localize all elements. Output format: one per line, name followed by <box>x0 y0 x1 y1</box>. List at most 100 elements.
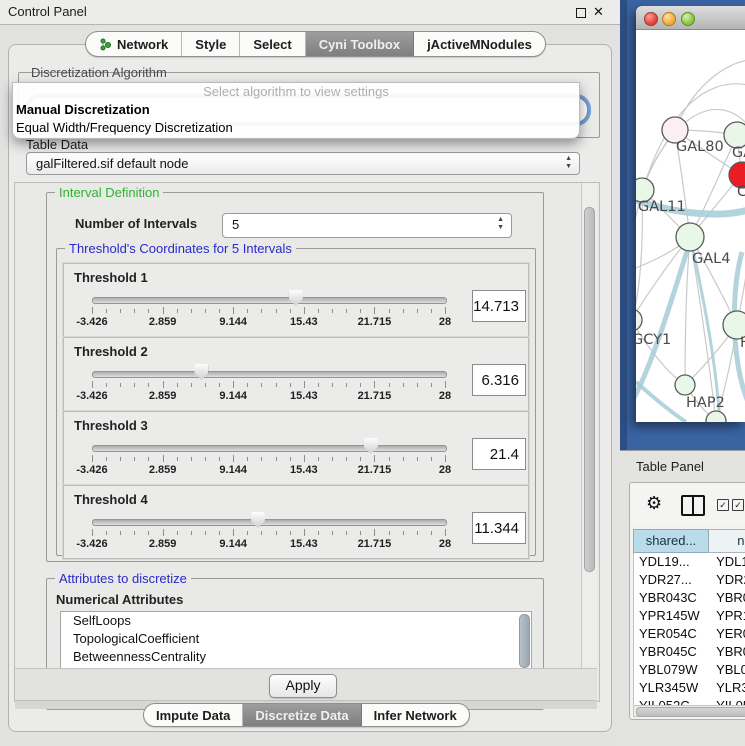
dropdown-item-equal-width-frequency[interactable]: Equal Width/Frequency Discretization <box>13 119 582 137</box>
tick-label: 2.859 <box>149 390 177 402</box>
group-title-attributes: Attributes to discretize <box>55 571 191 586</box>
slider-track[interactable] <box>92 371 447 378</box>
table-toolbar: ⚙ ✓ ✓ <box>630 483 745 525</box>
table-data-combobox[interactable]: galFiltered.sif default node ▲▼ <box>26 152 580 175</box>
numerical-attributes-list[interactable]: SelfLoopsTopologicalCoefficientBetweenne… <box>60 611 532 670</box>
gear-icon[interactable]: ⚙ <box>646 492 662 514</box>
numerical-attributes-label: Numerical Attributes <box>56 592 183 607</box>
minimize-traffic-light-icon[interactable] <box>662 12 676 26</box>
tab-bar: NetworkStyleSelectCyni ToolboxjActiveMNo… <box>85 31 546 57</box>
tick-label: 28 <box>439 316 451 328</box>
tick-label: 9.144 <box>219 538 247 550</box>
table-row[interactable]: YBR045CYBR045C <box>634 643 745 661</box>
tick-mark <box>360 531 361 535</box>
column-header-name[interactable]: name <box>709 529 745 553</box>
network-window-titlebar[interactable] <box>636 6 745 30</box>
network-edge[interactable] <box>675 60 745 130</box>
tick-mark <box>403 309 404 313</box>
tick-label: -3.426 <box>76 464 107 476</box>
cell-name: YDR27... <box>709 571 745 589</box>
tick-mark <box>403 457 404 461</box>
tick-mark <box>177 309 178 313</box>
tick-mark <box>360 383 361 387</box>
tick-mark <box>417 383 418 387</box>
table-row[interactable]: YLR345WYLR345W <box>634 679 745 697</box>
tick-mark <box>205 309 206 313</box>
cell-shared-name: YLR345W <box>634 679 709 697</box>
tab-jactivemnodules[interactable]: jActiveMNodules <box>414 32 545 56</box>
network-icon <box>99 38 112 51</box>
threshold-row: Threshold 3-3.4262.8599.14415.4321.71528… <box>63 411 529 485</box>
column-layout-icon[interactable] <box>681 495 705 516</box>
column-header-shared-name[interactable]: shared... <box>633 529 709 553</box>
cell-name: YDL19... <box>709 553 745 571</box>
threshold-value-field[interactable]: 11.344 <box>472 512 526 544</box>
network-edge[interactable] <box>636 237 690 320</box>
tick-mark <box>389 531 390 535</box>
tick-mark <box>148 383 149 387</box>
float-window-icon[interactable] <box>576 8 586 18</box>
dropdown-hint: Select algorithm to view settings <box>13 83 579 101</box>
slider-track[interactable] <box>92 519 447 526</box>
dropdown-item-manual-discretization[interactable]: Manual Discretization <box>13 101 582 119</box>
table-row[interactable]: YER054CYER054C <box>634 625 745 643</box>
tick-mark <box>219 531 220 535</box>
tick-mark <box>120 457 121 461</box>
threshold-label: Threshold 2 <box>74 344 148 359</box>
checkbox-icon[interactable]: ✓ <box>717 499 729 511</box>
close-icon[interactable]: ✕ <box>593 3 604 21</box>
number-of-intervals-combobox[interactable]: 5 ▲▼ <box>222 213 512 238</box>
close-traffic-light-icon[interactable] <box>644 12 658 26</box>
tick-mark <box>247 383 248 387</box>
tick-mark <box>106 531 107 535</box>
checkbox-icon[interactable]: ✓ <box>732 499 744 511</box>
table-row[interactable]: YBL079WYBL079W <box>634 661 745 679</box>
tick-label: 28 <box>439 390 451 402</box>
attribute-item[interactable]: BetweennessCentrality <box>61 648 531 666</box>
table-row[interactable]: YPR145WYPR145W <box>634 607 745 625</box>
panel-vertical-scrollbar[interactable] <box>581 183 597 699</box>
threshold-value-field[interactable]: 21.4 <box>472 438 526 470</box>
tick-mark <box>318 457 319 461</box>
tick-mark <box>304 307 305 314</box>
slider-track[interactable] <box>92 445 447 452</box>
slider-track[interactable] <box>92 297 447 304</box>
tick-label: 9.144 <box>219 390 247 402</box>
attribute-item[interactable]: SelfLoops <box>61 612 531 630</box>
scrollbar-thumb[interactable] <box>584 207 595 572</box>
bottom-tab-discretize-data[interactable]: Discretize Data <box>243 704 361 726</box>
network-canvas[interactable]: GAL80GACGAL11GAL4GCY1HHAP2 <box>636 30 745 422</box>
table-row[interactable]: YBR043CYBR043C <box>634 589 745 607</box>
bottom-tab-impute-data[interactable]: Impute Data <box>144 704 243 726</box>
network-node[interactable] <box>706 411 726 422</box>
network-node-gal4[interactable] <box>676 223 704 251</box>
tick-mark <box>106 309 107 313</box>
bottom-tab-infer-network[interactable]: Infer Network <box>362 704 469 726</box>
threshold-label: Threshold 3 <box>74 418 148 433</box>
cell-shared-name: YBR043C <box>634 589 709 607</box>
attribute-item[interactable]: TopologicalCoefficient <box>61 630 531 648</box>
scrollbar-thumb[interactable] <box>636 707 745 717</box>
threshold-value-field[interactable]: 14.713 <box>472 290 526 322</box>
tick-mark <box>191 383 192 387</box>
tick-mark <box>318 531 319 535</box>
table-horizontal-scrollbar[interactable] <box>633 705 745 717</box>
tab-style[interactable]: Style <box>182 32 240 56</box>
tick-mark <box>106 383 107 387</box>
network-node-hap2[interactable] <box>675 375 695 395</box>
tab-network[interactable]: Network <box>86 32 182 56</box>
network-node-gcy1[interactable] <box>636 309 642 331</box>
apply-button[interactable]: Apply <box>269 674 337 698</box>
tab-select[interactable]: Select <box>240 32 305 56</box>
table-row[interactable]: YDR27...YDR27... <box>634 571 745 589</box>
table-row[interactable]: YDL19...YDL19... <box>634 553 745 571</box>
zoom-traffic-light-icon[interactable] <box>681 12 695 26</box>
tick-mark <box>219 457 220 461</box>
table-panel-title: Table Panel <box>636 459 704 474</box>
tick-mark <box>92 307 93 314</box>
tick-mark <box>247 309 248 313</box>
threshold-value-field[interactable]: 6.316 <box>472 364 526 396</box>
tab-cyni-toolbox[interactable]: Cyni Toolbox <box>306 32 414 56</box>
tick-mark <box>92 529 93 536</box>
list-scrollbar-thumb[interactable] <box>519 614 530 668</box>
